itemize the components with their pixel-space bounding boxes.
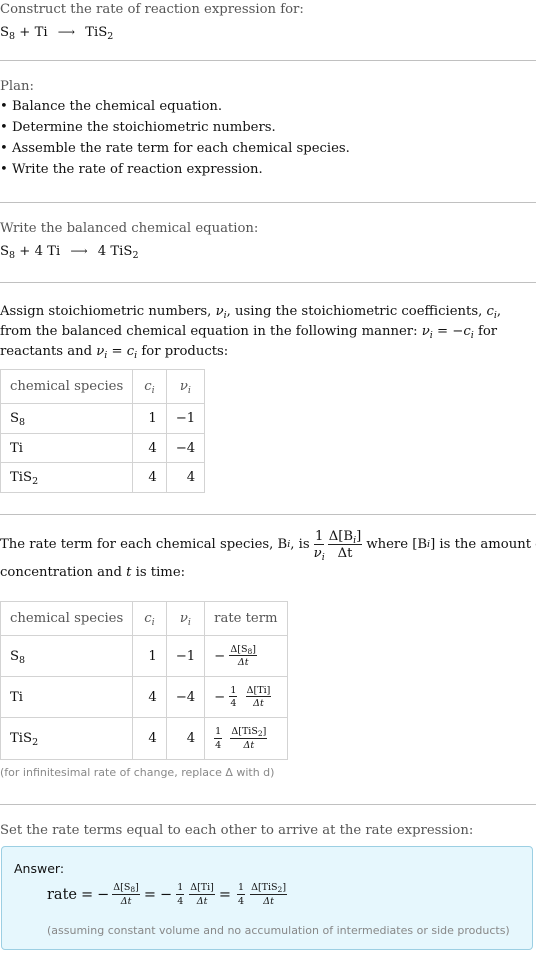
species-cell: Ti xyxy=(0,433,134,463)
plan-item: • Write the rate of reaction expression. xyxy=(0,162,263,177)
rate-term-cell: 14 Δ[TiS2] Δt xyxy=(204,717,288,760)
intro-label: Construct the rate of reaction expressio… xyxy=(0,2,304,17)
divider xyxy=(0,60,536,61)
nu-cell: −4 xyxy=(165,676,206,718)
header-species: chemical species xyxy=(0,369,134,404)
stoich-table: chemical species ci νi S8 1 −1 Ti 4 −4 T… xyxy=(0,369,206,493)
table-header-row: chemical species ci νi xyxy=(0,369,206,404)
balanced-label: Write the balanced chemical equation: xyxy=(0,221,259,236)
table-row: TiS2 4 4 14 Δ[TiS2] Δt xyxy=(0,717,288,760)
c-cell: 4 xyxy=(132,433,167,463)
nu-cell: 4 xyxy=(165,462,206,493)
final-section: Set the rate terms equal to each other t… xyxy=(0,821,536,841)
table-row: TiS2 4 4 xyxy=(0,462,206,493)
c-cell: 1 xyxy=(132,403,167,434)
header-nu: νi xyxy=(165,601,206,636)
plan-item: • Balance the chemical equation. xyxy=(0,99,223,114)
rate-term-table: chemical species ci νi rate term S8 1 −1… xyxy=(0,601,288,760)
table-header-row: chemical species ci νi rate term xyxy=(0,601,288,636)
divider xyxy=(0,514,536,515)
plan-item: • Determine the stoichiometric numbers. xyxy=(0,120,276,135)
plan-item: • Assemble the rate term for each chemic… xyxy=(0,141,350,156)
plan-label: Plan: xyxy=(0,79,34,94)
nu-cell: 4 xyxy=(165,717,206,760)
rate-term-cell: − Δ[S8] Δt xyxy=(204,635,288,677)
final-label: Set the rate terms equal to each other t… xyxy=(0,823,474,838)
species-cell: TiS2 xyxy=(0,717,134,760)
balanced-section: Write the balanced chemical equation: S8… xyxy=(0,219,536,262)
species-cell: S8 xyxy=(0,635,134,677)
nu-cell: −1 xyxy=(165,403,206,434)
answer-label: Answer: xyxy=(14,861,65,876)
rate-term-description: The rate term for each chemical species,… xyxy=(0,529,536,564)
header-c: ci xyxy=(132,369,167,404)
species-cell: Ti xyxy=(0,676,134,718)
header-nu: νi xyxy=(165,369,206,404)
divider xyxy=(0,282,536,283)
divider xyxy=(0,202,536,203)
table-row: S8 1 −1 xyxy=(0,403,206,434)
stoich-section: Assign stoichiometric numbers, νi, using… xyxy=(0,302,536,362)
c-cell: 1 xyxy=(132,635,167,677)
table-row: S8 1 −1 − Δ[S8] Δt xyxy=(0,635,288,677)
rate-expression: rate = − Δ[S8] Δt = − 14 Δ[Ti] Δt = 14 Δ[T… xyxy=(47,882,288,907)
c-cell: 4 xyxy=(132,676,167,718)
stoich-description: Assign stoichiometric numbers, νi, using… xyxy=(0,304,502,361)
species-cell: TiS2 xyxy=(0,462,134,493)
c-cell: 4 xyxy=(132,717,167,760)
rate-terms-section: The rate term for each chemical species,… xyxy=(0,530,536,583)
assumption-note: (assuming constant volume and no accumul… xyxy=(47,924,510,937)
header-species: chemical species xyxy=(0,601,134,636)
c-cell: 4 xyxy=(132,462,167,493)
plan-section: Plan: • Balance the chemical equation. •… xyxy=(0,77,536,180)
header-rate-term: rate term xyxy=(204,601,288,636)
infinitesimal-note: (for infinitesimal rate of change, repla… xyxy=(0,766,275,779)
divider xyxy=(0,804,536,805)
nu-cell: −4 xyxy=(165,433,206,463)
table-row: Ti 4 −4 xyxy=(0,433,206,463)
header-c: ci xyxy=(132,601,167,636)
nu-cell: −1 xyxy=(165,635,206,677)
intro-reaction: S8 + Ti ⟶ TiS2 xyxy=(0,25,114,42)
answer-box: Answer: rate = − Δ[S8] Δt = − 14 Δ[Ti] Δt … xyxy=(1,846,533,950)
species-cell: S8 xyxy=(0,403,134,434)
rate-term-cell: − 14 Δ[Ti] Δt xyxy=(204,676,288,718)
intro-section: Construct the rate of reaction expressio… xyxy=(0,0,536,43)
table-row: Ti 4 −4 − 14 Δ[Ti] Δt xyxy=(0,676,288,718)
rate-term-description-cont: concentration and t is time: xyxy=(0,565,186,581)
balanced-equation: S8 + 4 Ti ⟶ 4 TiS2 xyxy=(0,244,139,261)
